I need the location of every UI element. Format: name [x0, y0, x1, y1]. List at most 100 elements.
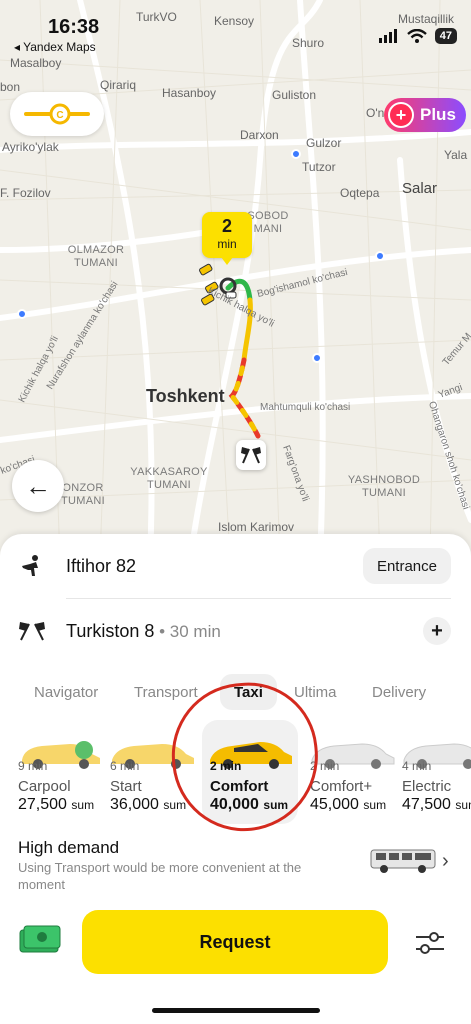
high-demand-banner[interactable]: High demand Using Transport would be mor…	[0, 834, 471, 900]
chevron-right-icon: ›	[442, 850, 449, 872]
tariff-eta: 9 min	[18, 759, 48, 773]
tariff-currency: sum	[363, 798, 387, 812]
map-label: Gulzor	[306, 136, 342, 150]
map-district-label: ONZOR TUMANI	[61, 482, 105, 507]
tariff-card-comfort[interactable]: 2 min Comfort 40,000 sum	[202, 720, 298, 824]
tariff-price-value: 27,500	[18, 796, 67, 813]
tariff-name: Start	[110, 778, 142, 795]
map-label: Shuro	[292, 36, 325, 50]
tariff-price-value: 40,000	[210, 796, 259, 813]
tariff-card-carpool[interactable]: 9 min Carpool 27,500 sum	[18, 720, 114, 824]
tariff-eta: 2 min	[310, 759, 340, 773]
bus-icon	[370, 849, 436, 873]
battery-indicator: 47	[434, 28, 457, 44]
tariff-eta: 4 min	[402, 759, 432, 773]
tab-navigator[interactable]: Navigator	[34, 674, 98, 710]
pickup-address-row[interactable]: Iftihor 82 Entrance	[0, 536, 471, 596]
map-city-label: Toshkent	[146, 386, 225, 406]
status-icons: 47	[378, 28, 457, 44]
wifi-icon	[406, 29, 427, 43]
tariff-price: 36,000 sum	[110, 796, 186, 814]
plus-label: Plus	[420, 105, 456, 124]
map-district-label: SOBOD MANI	[247, 210, 289, 235]
map-label: Islom Karimov	[218, 520, 295, 534]
tariff-carousel[interactable]: 9 min Carpool 27,500 sum 6 min Start 36,…	[0, 720, 471, 824]
pickup-address: Iftihor 82	[66, 555, 137, 576]
map-district-label: OLMAZOR TUMANI	[67, 244, 125, 269]
back-button[interactable]: ←	[12, 460, 64, 512]
service-tabs: Navigator Transport Taxi Ultima Delivery	[0, 674, 471, 710]
map-label: Tutzor	[302, 160, 336, 174]
tariff-card-start[interactable]: 6 min Start 36,000 sum	[110, 720, 206, 824]
high-demand-title: High demand	[18, 838, 120, 857]
plus-icon: +	[431, 619, 443, 642]
destination-address: Turkiston 8 • 30 min	[66, 621, 221, 642]
map-district-label: YAKKASAROY TUMANI	[130, 466, 208, 491]
map-label: Mustaqillik	[398, 12, 455, 26]
map-layer-toggle[interactable]: C	[10, 92, 104, 136]
map-label: Darxon	[240, 128, 279, 142]
map-label: Qirariq	[100, 78, 137, 92]
tab-taxi[interactable]: Taxi	[220, 674, 277, 710]
eta-unit: min	[217, 237, 237, 251]
tariff-card-electric[interactable]: 4 min Electric 47,500 sum	[402, 720, 471, 824]
cash-payment-icon[interactable]	[18, 924, 62, 956]
pickup-eta-bubble: 2 min	[202, 212, 252, 265]
tariff-price: 40,000 sum	[210, 796, 288, 814]
map-label: Hasanboy	[162, 86, 217, 100]
add-stop-button[interactable]: +	[423, 617, 451, 645]
tariff-name: Comfort+	[310, 778, 373, 795]
tariff-currency: sum	[455, 798, 471, 812]
bottom-bar: Request	[0, 906, 471, 976]
tariff-price-value: 36,000	[110, 796, 159, 813]
plus-subscription-button[interactable]: + Plus	[384, 98, 466, 132]
destination-address-row[interactable]: Turkiston 8 • 30 min +	[0, 601, 471, 661]
map-district-label: YASHNOBOD TUMANI	[347, 474, 421, 499]
person-pickup-icon	[18, 552, 46, 580]
map-label: O'n	[366, 106, 385, 120]
tariff-currency: sum	[163, 798, 187, 812]
tariff-eta: 6 min	[110, 759, 140, 773]
tariff-price-value: 47,500	[402, 796, 451, 813]
back-to-app-link[interactable]: ◂ Yandex Maps	[14, 40, 96, 54]
map-view[interactable]: 16:38 ◂ Yandex Maps 47 TurkVO Kensoy Mus…	[0, 0, 471, 560]
eta-value: 2	[221, 216, 232, 236]
signal-icon	[378, 29, 397, 43]
tariff-price: 27,500 sum	[18, 796, 94, 814]
tariff-card-comfort-plus[interactable]: 2 min Comfort+ 45,000 sum	[310, 720, 406, 824]
map-label: Guliston	[272, 88, 317, 102]
tariff-eta: 2 min	[210, 759, 242, 773]
tariff-price: 47,500 sum	[402, 796, 471, 814]
tariff-name: Carpool	[18, 778, 71, 795]
map-label: Masalboy	[10, 56, 62, 70]
svg-text:C: C	[56, 110, 63, 121]
toggle-icon: C	[24, 103, 90, 125]
tariff-currency: sum	[71, 798, 95, 812]
order-settings-icon[interactable]	[414, 930, 446, 956]
tab-transport[interactable]: Transport	[134, 674, 198, 710]
request-button[interactable]: Request	[82, 910, 388, 974]
finish-flags-icon	[18, 617, 46, 645]
tariff-price-value: 45,000	[310, 796, 359, 813]
plus-icon: +	[388, 102, 414, 128]
trip-duration: • 30 min	[154, 621, 221, 641]
arrow-left-icon: ←	[25, 470, 51, 501]
home-indicator[interactable]	[152, 1008, 320, 1013]
destination-street: Turkiston 8	[66, 620, 155, 641]
destination-marker	[236, 440, 266, 470]
divider	[66, 598, 451, 599]
finish-flags-icon	[241, 447, 261, 464]
status-time: 16:38	[48, 16, 100, 38]
tab-ultima[interactable]: Ultima	[294, 674, 337, 710]
map-label: Ayriko'ylak	[2, 140, 59, 154]
map-label: Salar	[402, 180, 438, 197]
map-label: F. Fozilov	[0, 186, 51, 200]
tariff-name: Electric	[402, 778, 452, 795]
tariff-name: Comfort	[210, 778, 269, 795]
entrance-button[interactable]: Entrance	[362, 548, 451, 584]
map-street-label: Mahtumquli ko'chasi	[260, 402, 351, 413]
map-label: Yala	[444, 148, 468, 162]
high-demand-description: Using Transport would be more convenient…	[18, 860, 302, 892]
tab-delivery[interactable]: Delivery	[372, 674, 426, 710]
tariff-currency: sum	[263, 798, 289, 812]
